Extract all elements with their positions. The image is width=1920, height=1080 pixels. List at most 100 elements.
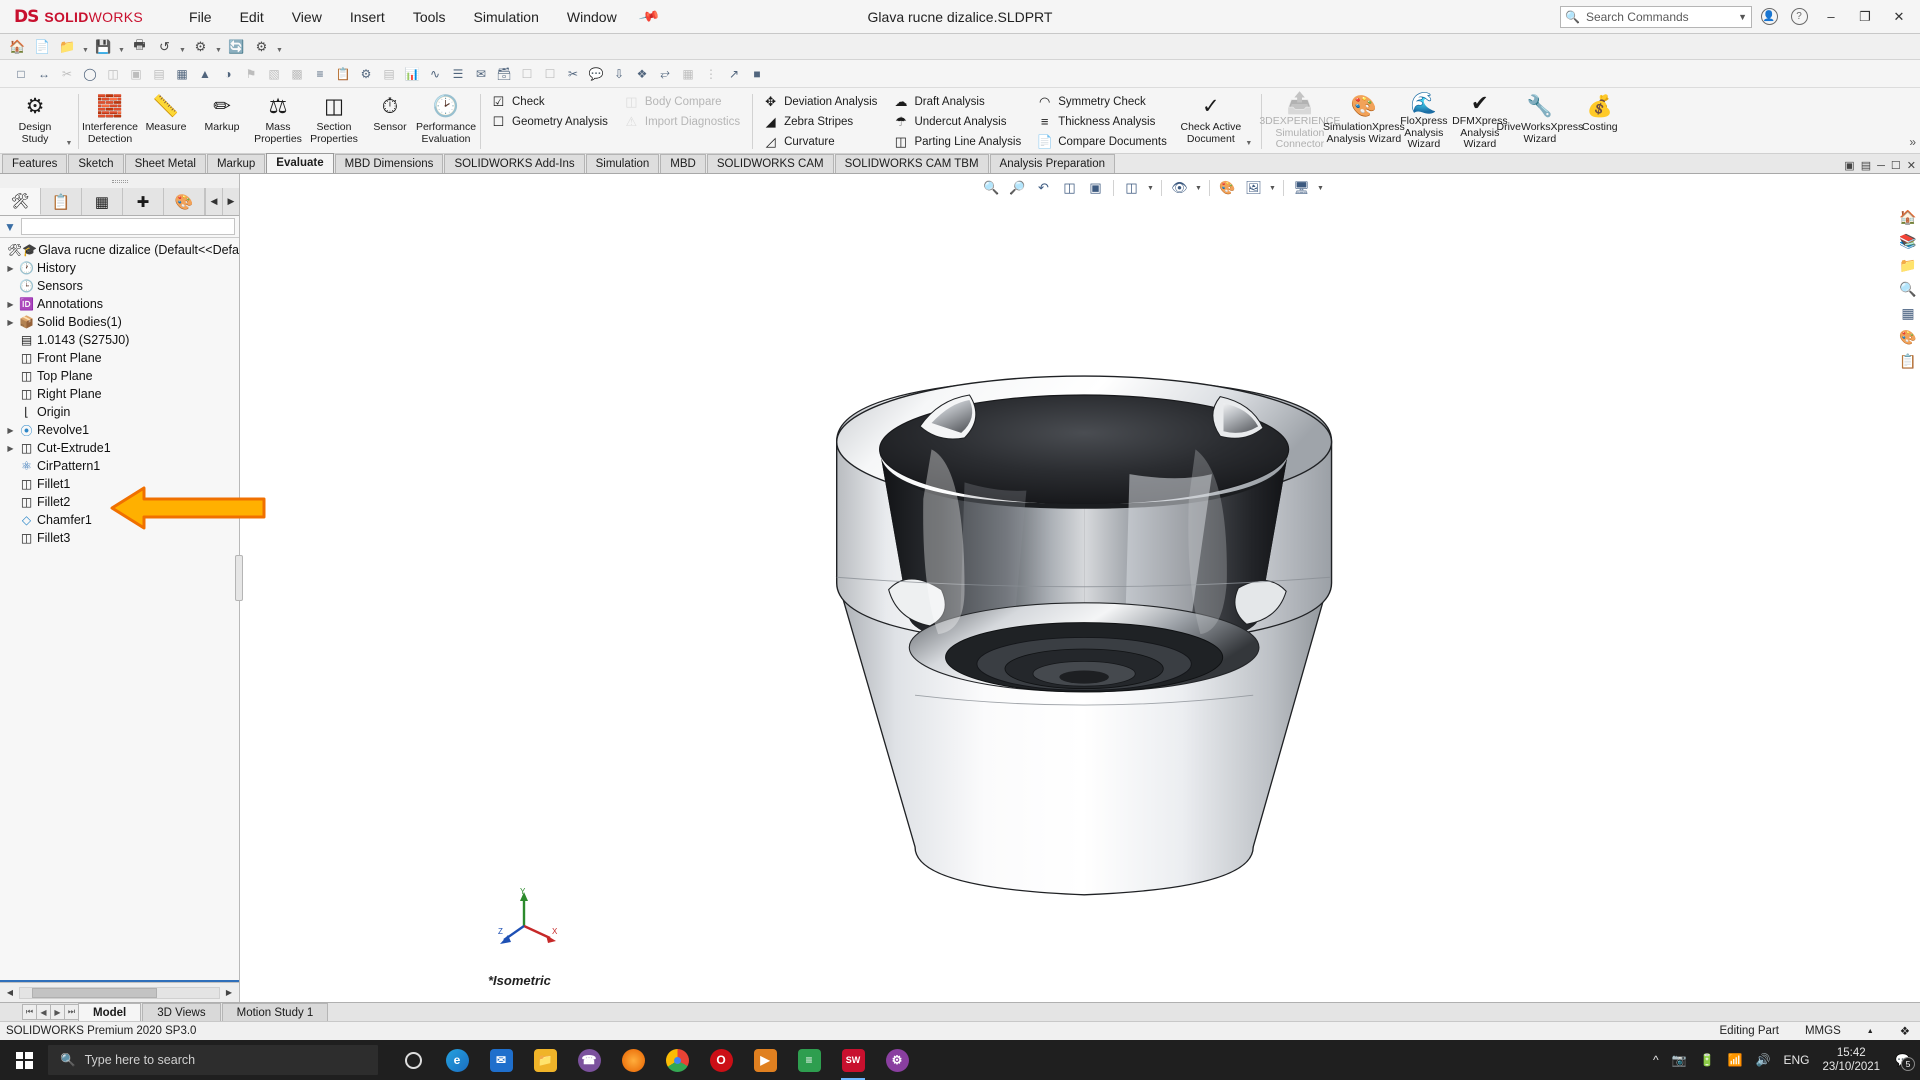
- tray-camera-icon[interactable]: 📷: [1672, 1053, 1687, 1067]
- move-entities-icon[interactable]: ▩: [286, 63, 308, 85]
- custom-properties-icon[interactable]: 📋: [1897, 350, 1919, 372]
- library-icon[interactable]: 📚: [1897, 230, 1919, 252]
- repair-sketch-icon[interactable]: ▲: [194, 63, 216, 85]
- tab-mbd[interactable]: MBD: [660, 154, 706, 173]
- record-icon[interactable]: ■: [746, 63, 768, 85]
- compare-documents-button[interactable]: 📄 Compare Documents: [1033, 132, 1173, 151]
- home-icon[interactable]: 🏠: [1897, 206, 1919, 228]
- layers-icon[interactable]: ❖: [631, 63, 653, 85]
- exit-sketch-icon[interactable]: ↗: [723, 63, 745, 85]
- scrollbar-thumb[interactable]: [32, 987, 157, 998]
- chart-icon[interactable]: 📊: [401, 63, 423, 85]
- apply-scene-dropdown-icon[interactable]: ▼: [1268, 185, 1277, 192]
- measure-button[interactable]: 📏 Measure: [138, 90, 194, 153]
- sensor-button[interactable]: ⏱ Sensor: [362, 90, 418, 153]
- apply-scene-icon[interactable]: 🖼: [1242, 177, 1265, 200]
- maximize-doc-icon[interactable]: ☐: [1891, 159, 1901, 172]
- tree-item-chamfer1[interactable]: ◇ Chamfer1: [0, 511, 239, 529]
- tray-language[interactable]: ENG: [1783, 1053, 1809, 1067]
- mail-merge-icon[interactable]: ✉: [470, 63, 492, 85]
- menu-file[interactable]: File: [175, 5, 226, 29]
- import-diagnostics-button[interactable]: ⚠ Import Diagnostics: [620, 112, 746, 131]
- tree-item-solid-bodies[interactable]: ▶ 📦 Solid Bodies(1): [0, 313, 239, 331]
- driveworksxpress-button[interactable]: 🔧 DriveWorksXpress Wizard: [1496, 90, 1583, 153]
- tab-simulation[interactable]: Simulation: [585, 154, 660, 173]
- display-style-icon[interactable]: ◫: [1120, 177, 1143, 200]
- open-dropdown-icon[interactable]: ▼: [81, 36, 90, 58]
- taskbar-app-cortana[interactable]: [392, 1040, 434, 1080]
- appearances-tab[interactable]: 🎨: [164, 188, 205, 215]
- status-units[interactable]: MMGS: [1805, 1025, 1841, 1037]
- status-custom-icon[interactable]: ❖: [1900, 1024, 1910, 1038]
- check-active-dropdown-icon[interactable]: ▼: [1243, 90, 1255, 153]
- taskbar-app-opera[interactable]: O: [700, 1040, 742, 1080]
- deviation-analysis-button[interactable]: ✥ Deviation Analysis: [759, 92, 883, 111]
- tile-doc-icon[interactable]: ▤: [1861, 159, 1871, 172]
- floxpress-button[interactable]: 🌊 FloXpress Analysis Wizard: [1396, 90, 1452, 153]
- tab-analysis-preparation[interactable]: Analysis Preparation: [989, 154, 1116, 173]
- minimize-doc-icon[interactable]: ─: [1877, 160, 1885, 172]
- section-view-icon[interactable]: ◫: [1058, 177, 1081, 200]
- view-palette-icon[interactable]: ▦: [1897, 302, 1919, 324]
- taskbar-app-mail[interactable]: ✉: [480, 1040, 522, 1080]
- curvature-comb-icon[interactable]: ∿: [424, 63, 446, 85]
- offset-entities-icon[interactable]: ◫: [102, 63, 124, 85]
- tray-expand-icon[interactable]: ^: [1653, 1053, 1659, 1067]
- property-manager-tab[interactable]: 📋: [41, 188, 82, 215]
- tree-item-sensors[interactable]: 🕒 Sensors: [0, 277, 239, 295]
- restore-doc-icon[interactable]: ▣: [1844, 159, 1854, 172]
- hide-show-dropdown-icon[interactable]: ▼: [1194, 185, 1203, 192]
- tree-item-part-root[interactable]: 🛠 🎓 Glava rucne dizalice (Default<<Defa: [0, 241, 239, 259]
- expand-arrow[interactable]: ▶: [4, 426, 17, 435]
- tree-item-revolve1[interactable]: ▶ ⦿ Revolve1: [0, 421, 239, 439]
- expand-arrow[interactable]: ▶: [4, 264, 17, 273]
- draft-analysis-button[interactable]: ☁ Draft Analysis: [889, 92, 1027, 111]
- taskbar-app-viber[interactable]: ☎: [568, 1040, 610, 1080]
- menu-window[interactable]: Window: [553, 5, 631, 29]
- menu-simulation[interactable]: Simulation: [460, 5, 553, 29]
- menu-edit[interactable]: Edit: [226, 5, 278, 29]
- tree-item-cut-extrude1[interactable]: ▶ ◫ Cut-Extrude1: [0, 439, 239, 457]
- tree-item-fillet1[interactable]: ◫ Fillet1: [0, 475, 239, 493]
- last-tab-icon[interactable]: ⏭: [64, 1004, 79, 1020]
- settings-gear-icon[interactable]: ⚙: [355, 63, 377, 85]
- tray-wifi-icon[interactable]: 📶: [1728, 1053, 1743, 1067]
- bottom-tab-model[interactable]: Model: [78, 1003, 142, 1021]
- taskbar-app-purple[interactable]: ⚙: [876, 1040, 918, 1080]
- flip-icon[interactable]: ⥂: [654, 63, 676, 85]
- previous-view-icon[interactable]: ↶: [1032, 177, 1055, 200]
- quick-snaps-icon[interactable]: ◑: [217, 63, 239, 85]
- tab-solidworks-cam-tbm[interactable]: SOLIDWORKS CAM TBM: [834, 154, 989, 173]
- view-settings-dropdown-icon[interactable]: ▼: [1316, 185, 1325, 192]
- tray-volume-icon[interactable]: 🔊: [1756, 1053, 1771, 1067]
- tree-item-fillet2[interactable]: ◫ Fillet2: [0, 493, 239, 511]
- check-button[interactable]: ☑ Check: [487, 92, 614, 111]
- model-viewport[interactable]: Y X Z *Isometric: [240, 202, 1920, 1002]
- curvature-button[interactable]: ◿ Curvature: [759, 132, 883, 151]
- maximize-button[interactable]: ❐: [1850, 4, 1880, 30]
- linear-pattern-icon[interactable]: ▤: [148, 63, 170, 85]
- rebuild-button[interactable]: 🔄: [225, 36, 248, 58]
- display-style-dropdown-icon[interactable]: ▼: [1146, 185, 1155, 192]
- select-dropdown-icon[interactable]: ▼: [214, 36, 223, 58]
- comment-icon[interactable]: 💬: [585, 63, 607, 85]
- close-doc-icon[interactable]: ✕: [1907, 159, 1916, 172]
- taskbar-app-chrome[interactable]: [656, 1040, 698, 1080]
- convert-entities-icon[interactable]: ◯: [79, 63, 101, 85]
- performance-evaluation-button[interactable]: 🕑 Performance Evaluation: [416, 90, 476, 153]
- taskbar-clock[interactable]: 15:42 23/10/2021: [1822, 1046, 1880, 1075]
- interference-detection-button[interactable]: 🧱 Interference Detection: [82, 90, 138, 153]
- tree-item-origin[interactable]: ⌊ Origin: [0, 403, 239, 421]
- view-orientation-icon[interactable]: ▣: [1084, 177, 1107, 200]
- configuration-manager-tab[interactable]: ▦: [82, 188, 123, 215]
- minimize-button[interactable]: –: [1816, 4, 1846, 30]
- save-button[interactable]: 💾: [92, 36, 115, 58]
- tab-evaluate[interactable]: Evaluate: [266, 153, 334, 173]
- tab-sheet-metal[interactable]: Sheet Metal: [124, 154, 206, 173]
- select-button[interactable]: ⚙: [189, 36, 212, 58]
- tree-item-annotations[interactable]: ▶ 🆔 Annotations: [0, 295, 239, 313]
- tab-sketch[interactable]: Sketch: [68, 154, 124, 173]
- scroll-left-icon[interactable]: ◀: [205, 188, 222, 215]
- expand-arrow[interactable]: ▶: [4, 318, 17, 327]
- tab-mbd-dimensions[interactable]: MBD Dimensions: [334, 154, 444, 173]
